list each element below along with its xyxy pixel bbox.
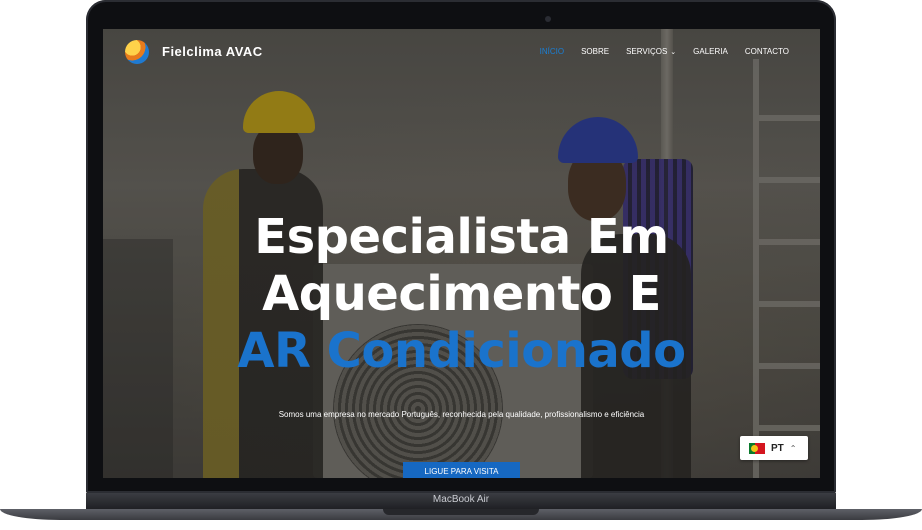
laptop-base: MacBook Air bbox=[86, 493, 836, 509]
chevron-up-icon: ⌃ bbox=[789, 443, 797, 453]
hero-line-1: Especialista Em bbox=[254, 209, 669, 265]
hero-heading: Especialista Em Aquecimento E AR Condici… bbox=[103, 209, 820, 380]
nav-link-sobre[interactable]: Sobre bbox=[581, 47, 609, 56]
site-navbar: Fielclima AVAC Início Sobre Serviços ⌄ Ga… bbox=[103, 29, 820, 75]
nav-link-servicos[interactable]: Serviços ⌄ bbox=[626, 47, 676, 56]
hero-subtitle: Somos uma empresa no mercado Português, … bbox=[278, 410, 645, 419]
browser-viewport: Fielclima AVAC Início Sobre Serviços ⌄ Ga… bbox=[103, 29, 820, 478]
hero-line-3: AR Condicionado bbox=[237, 323, 686, 379]
nav-link-contacto[interactable]: Contacto bbox=[745, 47, 789, 56]
main-menu: Início Sobre Serviços ⌄ Galeria Contacto bbox=[523, 47, 789, 56]
portugal-flag-icon bbox=[749, 442, 765, 454]
brand-logo-icon[interactable] bbox=[125, 40, 149, 64]
chevron-down-icon: ⌄ bbox=[670, 48, 677, 56]
device-label: MacBook Air bbox=[432, 494, 490, 505]
nav-link-inicio[interactable]: Início bbox=[540, 47, 564, 56]
hero-line-2: Aquecimento E bbox=[262, 266, 661, 322]
call-visit-button[interactable]: Ligue para visita bbox=[403, 462, 520, 478]
language-switcher[interactable]: PT ⌃ bbox=[740, 436, 808, 460]
camera-icon bbox=[545, 16, 551, 22]
language-code: PT bbox=[771, 442, 784, 454]
laptop-notch bbox=[383, 509, 539, 515]
brand-name[interactable]: Fielclima AVAC bbox=[162, 44, 263, 59]
nav-link-galeria[interactable]: Galeria bbox=[693, 47, 728, 56]
